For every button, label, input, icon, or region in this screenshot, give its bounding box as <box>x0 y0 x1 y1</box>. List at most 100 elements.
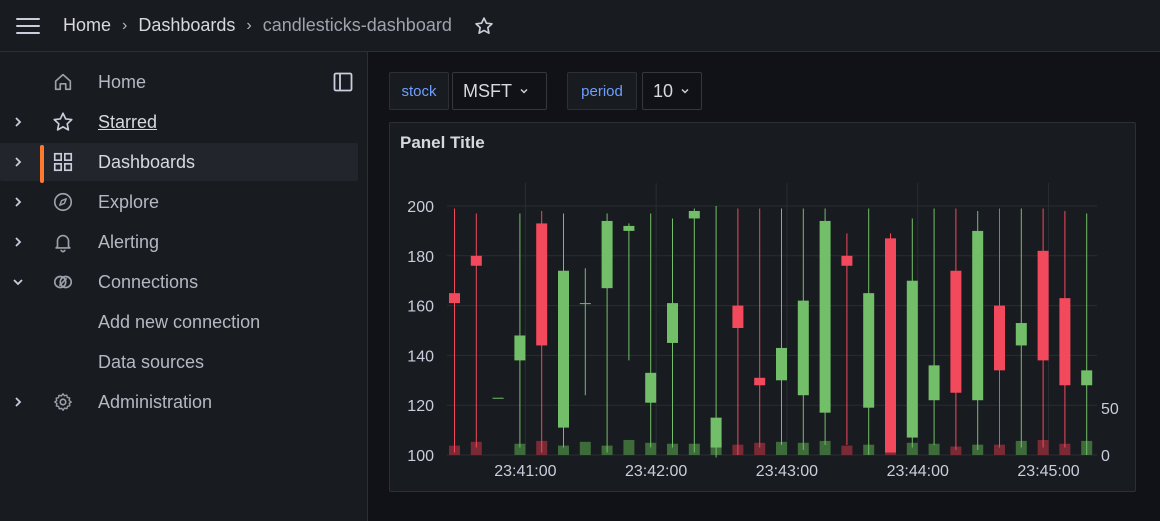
sidebar-item-label: Alerting <box>98 231 160 252</box>
x-axis-tick-label: 23:44:00 <box>887 463 949 480</box>
y-axis-tick-label: 180 <box>407 249 434 266</box>
stock-select[interactable]: MSFT <box>452 72 547 110</box>
breadcrumb: Home › Dashboards › candlesticks-dashboa… <box>63 15 452 36</box>
x-axis-tick-label: 23:42:00 <box>625 463 687 480</box>
sidebar-item-label: Home <box>98 71 147 92</box>
sidebar-nav: Home Starred Dashboards Explore Alerting <box>0 52 368 521</box>
sidebar-item-explore[interactable]: Explore <box>0 183 358 221</box>
variable-label-period: period <box>567 72 637 110</box>
candle-body <box>579 303 591 305</box>
candle-body <box>514 335 526 361</box>
breadcrumb-dashboards[interactable]: Dashboards <box>138 15 235 36</box>
dashboard-main: stock MSFT period 10 Panel Title 100 120 1… <box>369 52 1160 521</box>
active-indicator <box>40 145 44 183</box>
candlestick-chart[interactable]: 100 120 140 160 180 200 0 50 23:41:00 23:42:00 23:… <box>390 123 1135 491</box>
star-icon[interactable] <box>474 16 494 36</box>
candle-body <box>558 270 569 428</box>
candle-body <box>1081 370 1093 386</box>
y-axis-tick-label: 100 <box>407 448 434 465</box>
y-axis-tick-label: 160 <box>407 299 434 316</box>
breadcrumb-current-dashboard: candlesticks-dashboard <box>262 15 452 35</box>
sidebar-item-home[interactable]: Home <box>0 63 358 101</box>
y-axis-tick-label: 120 <box>407 398 434 415</box>
menu-toggle-icon[interactable] <box>16 17 42 35</box>
candle-body <box>449 293 460 304</box>
cog-icon <box>54 393 72 411</box>
chevron-right-icon[interactable] <box>11 115 25 129</box>
chevron-down-icon[interactable] <box>11 275 25 289</box>
bell-icon <box>55 234 71 253</box>
sidebar-item-connections[interactable]: Connections <box>0 263 358 301</box>
x-axis-tick-label: 23:45:00 <box>1017 463 1079 480</box>
chevron-right-icon: › <box>246 16 252 34</box>
volume-bar <box>623 439 635 455</box>
candle-body <box>536 223 548 346</box>
candle-body <box>950 270 962 393</box>
chevron-right-icon[interactable] <box>11 395 25 409</box>
candle-body <box>754 377 766 386</box>
candle-body <box>863 293 875 408</box>
top-bar: Home › Dashboards › candlesticks-dashboa… <box>0 0 1160 52</box>
x-axis-tick-label: 23:43:00 <box>756 463 818 480</box>
candle-body <box>470 255 482 266</box>
candle-body <box>819 220 831 413</box>
volume-axis-tick-label: 0 <box>1101 448 1110 465</box>
compass-icon <box>53 192 73 212</box>
candle-body <box>601 220 613 289</box>
candle-body <box>710 417 722 448</box>
stock-select-value: MSFT <box>463 80 512 101</box>
breadcrumb-home[interactable]: Home <box>63 15 111 36</box>
candle-body <box>688 210 700 219</box>
chevron-right-icon[interactable] <box>11 155 25 169</box>
sidebar-item-label: Connections <box>98 271 199 292</box>
chevron-right-icon: › <box>122 16 128 34</box>
connections-icon <box>53 275 73 289</box>
chevron-down-icon <box>520 88 528 94</box>
chevron-right-icon[interactable] <box>11 195 25 209</box>
candle-body <box>1037 250 1049 361</box>
chevron-down-icon <box>681 88 689 94</box>
sidebar-item-alerting[interactable]: Alerting <box>0 223 358 261</box>
sidebar-item-label: Explore <box>98 191 160 212</box>
chevron-right-icon[interactable] <box>11 235 25 249</box>
candle-body <box>928 365 940 401</box>
grid-icon <box>53 152 73 172</box>
sidebar-item-dashboards[interactable]: Dashboards <box>0 143 358 183</box>
home-icon <box>54 73 72 91</box>
candle-body <box>841 255 853 266</box>
candle-body <box>797 300 809 396</box>
star-icon <box>53 112 73 131</box>
x-axis-tick-label: 23:41:00 <box>494 463 556 480</box>
candle-body <box>776 347 787 381</box>
variable-label-stock: stock <box>389 72 449 110</box>
candle-body <box>1059 298 1071 386</box>
volume-bar <box>841 445 853 455</box>
y-axis-tick-label: 140 <box>407 348 434 365</box>
candle-body <box>994 305 1005 371</box>
sidebar-item-data-sources[interactable]: Data sources <box>0 343 358 381</box>
volume-bar <box>928 443 940 455</box>
volume-axis-tick-label: 50 <box>1101 401 1119 418</box>
period-select[interactable]: 10 <box>642 72 702 110</box>
sidebar-item-administration[interactable]: Administration <box>0 383 358 421</box>
candle-body <box>645 372 657 403</box>
sidebar-item-add-new-connection[interactable]: Add new connection <box>0 303 358 341</box>
candle-body <box>885 238 896 453</box>
sidebar-item-label: Data sources <box>98 351 205 372</box>
candle-body <box>1015 323 1027 346</box>
sidebar-item-label: Dashboards <box>98 151 196 172</box>
sidebar-item-label: Add new connection <box>98 311 261 332</box>
candle-body <box>667 303 678 343</box>
candle-body <box>732 305 744 329</box>
candle-body <box>972 230 984 401</box>
chart-panel: Panel Title 100 120 140 160 180 200 0 50 23:41:0… <box>389 122 1136 492</box>
candle-body <box>492 397 504 399</box>
sidebar-item-starred[interactable]: Starred <box>0 103 358 141</box>
volume-bar <box>579 441 591 455</box>
candle-body <box>623 225 635 231</box>
sidebar-item-label: Starred <box>98 111 158 132</box>
y-axis-tick-label: 200 <box>407 199 434 216</box>
sidebar-item-label: Administration <box>98 391 213 412</box>
candle-body <box>906 280 918 438</box>
period-select-value: 10 <box>653 80 674 101</box>
